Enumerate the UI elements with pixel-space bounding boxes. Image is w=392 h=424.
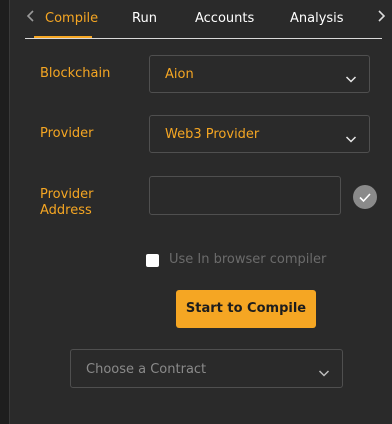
confirm-address-button[interactable] — [353, 185, 377, 209]
chevron-down-icon — [318, 363, 330, 377]
chevron-right-icon[interactable] — [377, 9, 386, 27]
tab-accounts[interactable]: Accounts — [195, 11, 254, 26]
provider-address-label-line2: Address — [40, 203, 92, 218]
tab-run[interactable]: Run — [132, 11, 157, 26]
contract-select[interactable]: Choose a Contract — [70, 349, 343, 388]
left-panel-edge — [0, 0, 10, 424]
provider-address-label-line1: Provider — [40, 187, 94, 202]
chevron-left-icon[interactable] — [26, 9, 35, 27]
provider-select-value: Web3 Provider — [165, 127, 260, 142]
chevron-down-icon — [345, 129, 357, 143]
blockchain-label: Blockchain — [40, 66, 111, 81]
start-compile-button[interactable]: Start to Compile — [176, 290, 316, 328]
provider-address-input[interactable] — [149, 176, 341, 215]
app-panel: Compile Run Accounts Analysis Blockchain… — [0, 0, 392, 424]
tab-bar-divider — [25, 38, 382, 39]
browser-compiler-label: Use In browser compiler — [169, 252, 327, 267]
check-icon — [359, 193, 371, 203]
browser-compiler-checkbox[interactable] — [146, 254, 159, 267]
provider-label: Provider — [40, 126, 94, 141]
chevron-down-icon — [345, 69, 357, 83]
blockchain-select-value: Aion — [165, 67, 194, 82]
tab-bar: Compile Run Accounts Analysis — [10, 0, 392, 39]
blockchain-select[interactable]: Aion — [149, 55, 370, 93]
contract-select-placeholder: Choose a Contract — [86, 362, 207, 377]
tab-analysis[interactable]: Analysis — [290, 11, 344, 26]
provider-select[interactable]: Web3 Provider — [149, 115, 370, 153]
tab-compile[interactable]: Compile — [45, 11, 98, 26]
